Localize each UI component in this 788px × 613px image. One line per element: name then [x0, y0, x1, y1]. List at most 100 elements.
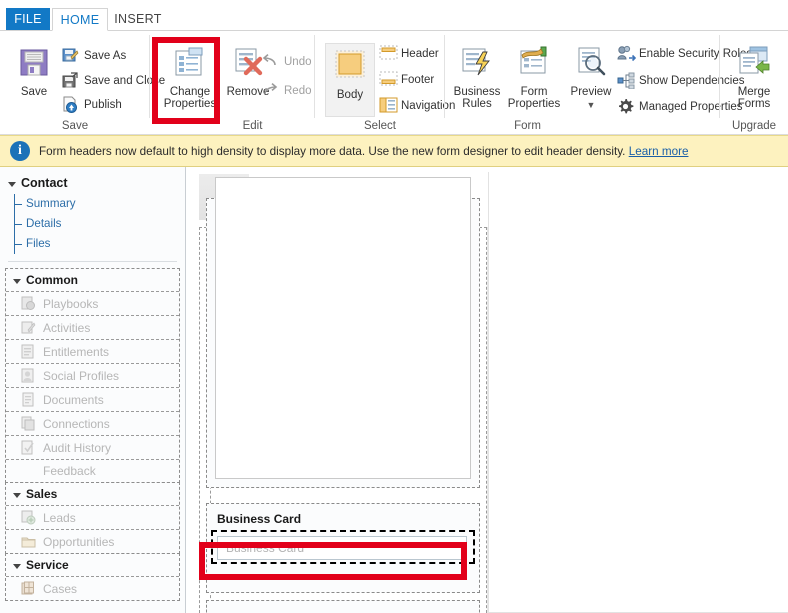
form-section-blank[interactable]: [206, 600, 480, 613]
ribbon-group-edit: Change Properties Remove Undo Redo Edit: [150, 31, 315, 134]
caret-down-icon: [8, 181, 16, 187]
form-editor-window: FILE HOME INSERT Save Save As Save and C…: [0, 0, 788, 613]
ribbon-group-select-label: Select: [364, 120, 396, 132]
business-rules-label-1: Business: [453, 86, 501, 98]
footer-icon: [379, 71, 398, 88]
change-properties-label-1: Change: [169, 86, 211, 98]
documents-icon: [21, 392, 36, 407]
sidebar-item-connections-label: Connections: [43, 416, 110, 431]
header-button[interactable]: Header: [379, 45, 439, 62]
navigation-icon: [379, 97, 398, 114]
sidebar-item-entitlements[interactable]: Entitlements: [6, 339, 179, 363]
merge-forms-label-2: Forms: [737, 98, 771, 110]
preview-button-label: Preview: [570, 86, 612, 98]
undo-button[interactable]: Undo: [262, 53, 312, 70]
sidebar-item-files[interactable]: Files: [0, 234, 185, 254]
sidebar-item-documents-label: Documents: [43, 392, 104, 407]
tab-home[interactable]: HOME: [52, 8, 108, 31]
entitlements-icon: [21, 344, 36, 359]
form-section-business-card[interactable]: Business Card Business Card: [206, 503, 480, 593]
sidebar-section-common-header[interactable]: Common: [6, 269, 179, 291]
sidebar-section-common-label: Common: [26, 273, 78, 287]
ribbon-group-upgrade-label: Upgrade: [731, 120, 777, 132]
sidebar-item-feedback[interactable]: Feedback: [6, 459, 179, 482]
save-and-close-icon: [62, 72, 79, 89]
sidebar-item-opportunities-label: Opportunities: [43, 534, 115, 549]
sidebar-item-documents[interactable]: Documents: [6, 387, 179, 411]
form-section-notes[interactable]: [206, 177, 480, 488]
business-rules-label-2: Rules: [462, 98, 492, 110]
sidebar-item-feedback-label: Feedback: [43, 464, 96, 478]
redo-label: Redo: [284, 84, 312, 97]
save-as-icon: [62, 47, 79, 64]
form-right-pane-surface: [488, 172, 788, 613]
save-floppy-icon: [17, 45, 51, 82]
publish-button[interactable]: Publish: [62, 96, 122, 113]
sidebar-item-cases[interactable]: Cases: [6, 576, 179, 600]
preview-button[interactable]: Preview ▼: [567, 45, 615, 111]
publish-icon: [62, 96, 79, 113]
sidebar-item-playbooks[interactable]: Playbooks: [6, 291, 179, 315]
sidebar-item-details[interactable]: Details: [0, 214, 185, 234]
caret-down-icon: [13, 492, 21, 498]
social-profiles-icon: [21, 368, 36, 383]
caret-down-icon: [13, 563, 21, 569]
chevron-down-icon[interactable]: ▼: [587, 99, 596, 111]
gear-icon: [617, 98, 634, 115]
sidebar-section-sales: Sales Leads Opportunities: [5, 482, 180, 554]
sidebar-item-leads[interactable]: Leads: [6, 505, 179, 529]
sidebar-section-sales-label: Sales: [26, 487, 58, 501]
form-tab-column[interactable]: Business Card Business Card: [199, 177, 487, 613]
tab-insert[interactable]: INSERT: [110, 8, 166, 30]
opportunities-icon: [21, 534, 36, 549]
connections-icon: [21, 416, 36, 431]
notification-bar: i Form headers now default to high densi…: [0, 135, 788, 167]
learn-more-link[interactable]: Learn more: [629, 145, 689, 158]
ribbon-tabstrip: FILE HOME INSERT: [0, 0, 788, 31]
redo-arrow-icon: [262, 82, 279, 99]
sidebar-section-service-header[interactable]: Service: [6, 554, 179, 576]
sidebar-item-summary[interactable]: Summary: [0, 194, 185, 214]
sidebar-entity-header[interactable]: Contact: [0, 167, 185, 194]
sidebar-section-sales-header[interactable]: Sales: [6, 483, 179, 505]
body-button[interactable]: Body: [325, 43, 375, 117]
info-icon: i: [10, 141, 30, 161]
ribbon-group-edit-label: Edit: [242, 120, 263, 132]
header-icon: [379, 45, 398, 62]
sidebar-item-audit-history[interactable]: Audit History: [6, 435, 179, 459]
form-properties-label-1: Form: [520, 86, 548, 98]
ribbon-group-form-label: Form: [514, 120, 541, 132]
sidebar-item-connections[interactable]: Connections: [6, 411, 179, 435]
tab-insert-label: INSERT: [114, 12, 162, 26]
footer-button[interactable]: Footer: [379, 71, 434, 88]
form-designer-area: Business Card Business Card: [187, 172, 788, 613]
save-as-button[interactable]: Save As: [62, 47, 126, 64]
sidebar-item-social-profiles-label: Social Profiles: [43, 368, 120, 383]
change-properties-icon: [172, 45, 208, 82]
sidebar-item-entitlements-label: Entitlements: [43, 344, 110, 359]
undo-label: Undo: [284, 55, 312, 68]
notification-message: Form headers now default to high density…: [39, 144, 626, 158]
save-button-label: Save: [20, 86, 48, 98]
remove-icon: [231, 45, 265, 82]
redo-button[interactable]: Redo: [262, 82, 312, 99]
ribbon: Save Save As Save and Close Publish Save…: [0, 31, 788, 135]
notes-control[interactable]: [215, 177, 471, 479]
sidebar-section-service-label: Service: [26, 558, 69, 572]
change-properties-button[interactable]: Change Properties: [160, 45, 220, 110]
sidebar-item-activities[interactable]: Activities: [6, 315, 179, 339]
change-properties-label-2: Properties: [163, 98, 217, 110]
tab-file[interactable]: FILE: [6, 8, 50, 30]
form-properties-button[interactable]: Form Properties: [505, 45, 563, 110]
save-button[interactable]: Save: [10, 45, 58, 98]
show-dependencies-icon: [617, 72, 635, 90]
sidebar-item-opportunities[interactable]: Opportunities: [6, 529, 179, 553]
business-rules-button[interactable]: Business Rules: [451, 45, 503, 110]
sidebar-item-social-profiles[interactable]: Social Profiles: [6, 363, 179, 387]
merge-forms-button[interactable]: Merge Forms: [728, 45, 780, 110]
ribbon-group-save-label: Save: [61, 120, 89, 132]
footer-label: Footer: [401, 73, 435, 86]
tree-tick: [14, 214, 24, 234]
body-button-label: Body: [336, 89, 364, 101]
business-card-section-label: Business Card: [217, 512, 302, 526]
